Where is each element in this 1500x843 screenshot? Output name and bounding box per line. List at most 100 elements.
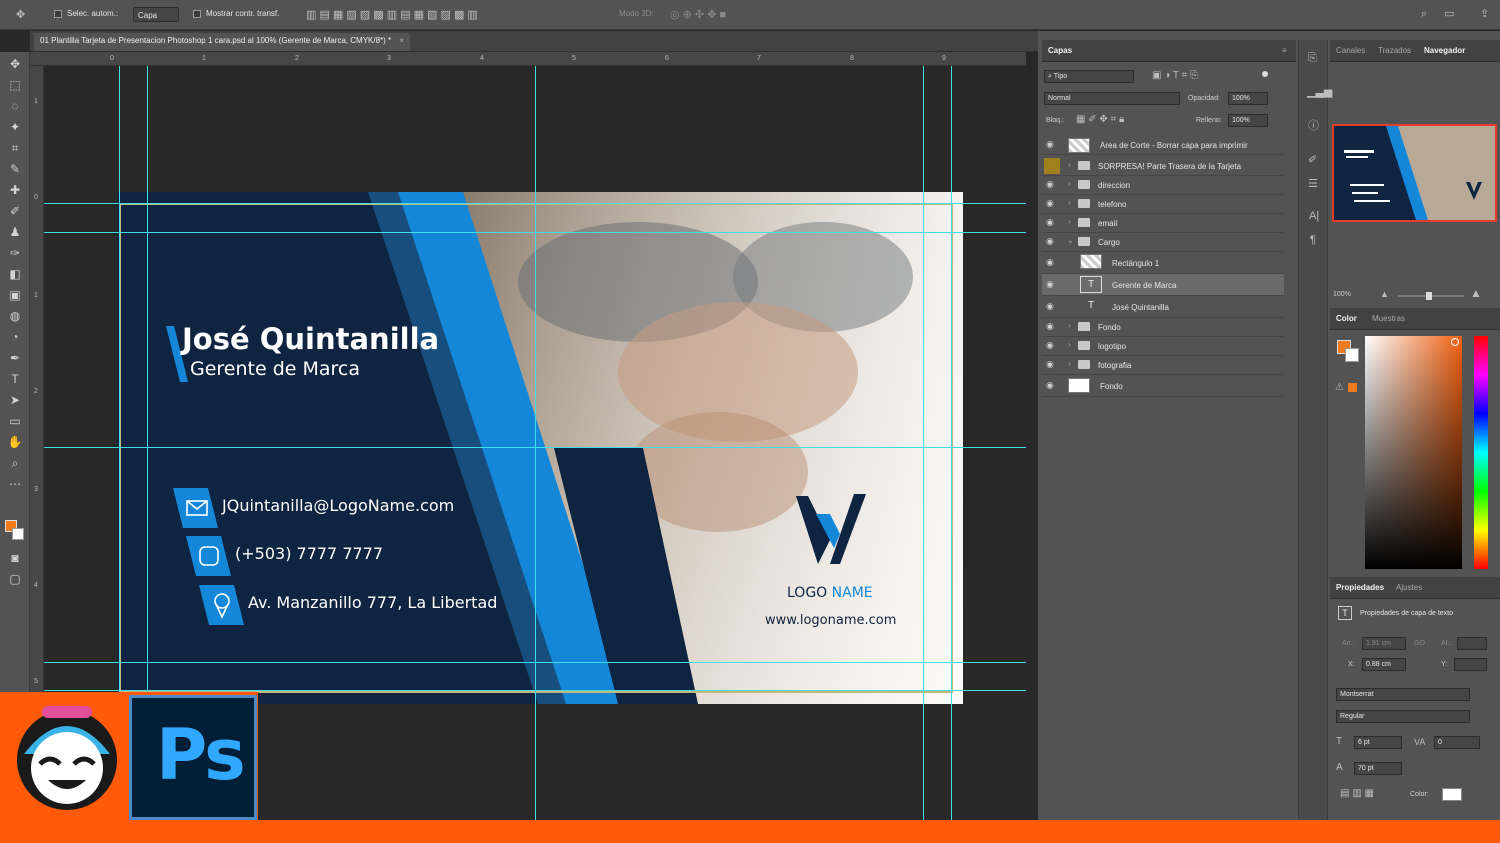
zoom-out-icon[interactable]: ▲ bbox=[1380, 288, 1389, 300]
x-input[interactable]: 0.88 cm bbox=[1362, 658, 1406, 671]
guide-horizontal[interactable] bbox=[44, 447, 1026, 448]
move-tool-icon[interactable]: ✥ bbox=[16, 9, 25, 21]
document-tab[interactable]: 01 Plantilla Tarjeta de Presentacion Pho… bbox=[34, 33, 411, 51]
share-icon[interactable]: ⇪ bbox=[1480, 8, 1489, 20]
tab-paths[interactable]: Trazados bbox=[1378, 46, 1411, 55]
type-tool-icon[interactable]: T bbox=[6, 371, 24, 387]
zoom-tool-icon[interactable]: ⌕ bbox=[6, 455, 24, 471]
paragraph-icon[interactable]: ¶ bbox=[1310, 234, 1316, 246]
layer-row[interactable]: ◉ ⌄ Cargo bbox=[1042, 233, 1284, 252]
expand-arrow-icon[interactable]: › bbox=[1068, 321, 1071, 330]
histogram-icon[interactable]: ▁▃▅ bbox=[1307, 86, 1332, 98]
font-style-dropdown[interactable]: Regular bbox=[1336, 710, 1470, 723]
move-tool-icon[interactable]: ✥ bbox=[6, 56, 24, 72]
color-field[interactable] bbox=[1365, 336, 1462, 569]
tab-color[interactable]: Color bbox=[1336, 314, 1357, 323]
visibility-eye-icon[interactable]: ◉ bbox=[1046, 360, 1058, 369]
expand-arrow-icon[interactable]: › bbox=[1068, 160, 1071, 169]
guide-vertical[interactable] bbox=[147, 66, 148, 692]
pen-tool-icon[interactable]: ✒ bbox=[6, 350, 24, 366]
marquee-tool-icon[interactable]: ⬚ bbox=[6, 77, 24, 93]
auto-select-checkbox[interactable] bbox=[54, 10, 62, 18]
visibility-eye-icon[interactable]: ◉ bbox=[1046, 302, 1058, 311]
dodge-tool-icon[interactable]: ◔ bbox=[6, 329, 24, 345]
expand-arrow-icon[interactable]: › bbox=[1068, 198, 1071, 207]
visibility-off-icon[interactable] bbox=[1044, 158, 1060, 174]
text-color-swatch[interactable] bbox=[1442, 788, 1462, 801]
font-family-dropdown[interactable]: Montserrat bbox=[1336, 688, 1470, 701]
expand-arrow-icon[interactable]: › bbox=[1068, 340, 1071, 349]
fill-input[interactable]: 100% bbox=[1228, 114, 1268, 127]
align-text-icons[interactable]: ▤ ▥ ▦ bbox=[1340, 788, 1374, 800]
navigator-zoom[interactable]: 100% bbox=[1333, 291, 1351, 298]
eyedropper-icon[interactable]: ✎ bbox=[6, 161, 24, 177]
font-size-input[interactable]: 6 pt bbox=[1354, 736, 1402, 749]
libraries-icon[interactable]: ⎘ bbox=[1308, 52, 1317, 64]
character-icon[interactable]: A| bbox=[1309, 210, 1319, 222]
zoom-in-icon[interactable]: ▲ bbox=[1470, 287, 1482, 299]
tab-swatches[interactable]: Muestras bbox=[1372, 314, 1405, 323]
3d-mode-icons[interactable]: ◎ ⊕ ✣ ✥ ■ bbox=[670, 9, 726, 21]
y-input[interactable] bbox=[1454, 658, 1487, 671]
visibility-eye-icon[interactable]: ◉ bbox=[1046, 258, 1058, 267]
visibility-eye-icon[interactable]: ◉ bbox=[1046, 140, 1058, 149]
layer-row[interactable]: ◉ Rectángulo 1 bbox=[1042, 252, 1284, 274]
workspace-icon[interactable]: ▭ bbox=[1444, 8, 1454, 20]
layer-filter-icons[interactable]: ▣ ◑ T ⌗ ⎘ bbox=[1152, 70, 1198, 82]
visibility-eye-icon[interactable]: ◉ bbox=[1046, 322, 1058, 331]
tracking-input[interactable]: 0 bbox=[1434, 736, 1480, 749]
visibility-eye-icon[interactable]: ◉ bbox=[1046, 199, 1058, 208]
eraser-tool-icon[interactable]: ◧ bbox=[6, 266, 24, 282]
path-select-icon[interactable]: ➤ bbox=[6, 392, 24, 408]
visibility-eye-icon[interactable]: ◉ bbox=[1046, 341, 1058, 350]
layer-row[interactable]: ◉ Fondo bbox=[1042, 375, 1284, 397]
show-transform-checkbox[interactable] bbox=[193, 10, 201, 18]
business-card[interactable]: José Quintanilla Gerente de Marca JQuint… bbox=[118, 192, 963, 704]
close-tab-icon[interactable]: × bbox=[399, 36, 404, 45]
brush-settings-icon[interactable]: ✐ bbox=[1308, 154, 1317, 166]
layer-row[interactable]: › SORPRESA! Parte Trasera de la Tarjeta bbox=[1042, 157, 1284, 176]
height-input[interactable] bbox=[1457, 637, 1487, 650]
leading-input[interactable]: 70 pt bbox=[1354, 762, 1402, 775]
tab-layers[interactable]: Capas bbox=[1048, 46, 1072, 55]
color-picker-marker[interactable] bbox=[1451, 338, 1459, 346]
panel-menu-icon[interactable]: ≡ bbox=[1282, 46, 1287, 55]
color-background-swatch[interactable] bbox=[1345, 348, 1359, 362]
blend-mode-dropdown[interactable]: Normal bbox=[1044, 92, 1180, 105]
guide-vertical[interactable] bbox=[923, 66, 924, 820]
more-tools-icon[interactable]: ⋯ bbox=[6, 476, 24, 492]
layer-row[interactable]: ◉ T José Quintanilla bbox=[1042, 296, 1284, 318]
width-input[interactable]: 1.91 cm bbox=[1362, 637, 1406, 650]
tab-properties[interactable]: Propiedades bbox=[1336, 583, 1384, 592]
guide-vertical[interactable] bbox=[119, 66, 120, 692]
layer-row-selected[interactable]: ◉ T Gerente de Marca bbox=[1042, 274, 1284, 296]
history-brush-icon[interactable]: ✑ bbox=[6, 245, 24, 261]
gamut-swatch[interactable] bbox=[1348, 383, 1357, 392]
expand-arrow-icon[interactable]: › bbox=[1068, 359, 1071, 368]
layer-row[interactable]: ◉ › Fondo bbox=[1042, 318, 1284, 337]
search-icon[interactable]: ⌕ bbox=[1421, 8, 1427, 20]
auto-select-dropdown[interactable]: Capa bbox=[133, 7, 179, 22]
background-color-swatch[interactable] bbox=[12, 528, 24, 540]
tab-channels[interactable]: Canales bbox=[1336, 46, 1365, 55]
lock-icons[interactable]: ▦ ✐ ✥ ⌗ 🔒︎ bbox=[1076, 114, 1124, 126]
filter-toggle-icon[interactable] bbox=[1262, 71, 1268, 77]
navigator-preview[interactable] bbox=[1332, 124, 1497, 222]
gradient-tool-icon[interactable]: ▣ bbox=[6, 287, 24, 303]
layer-row[interactable]: ◉ › fotografia bbox=[1042, 356, 1284, 375]
guide-horizontal[interactable] bbox=[44, 203, 1026, 204]
align-icons[interactable]: ▥ ▤ ▦ ▧ ▨ ▩ ▥ ▤ ▦ ▧ ▨ ▩ ▥ bbox=[306, 9, 478, 21]
blur-tool-icon[interactable]: ◍ bbox=[6, 308, 24, 324]
healing-brush-icon[interactable]: ✚ bbox=[6, 182, 24, 198]
collapse-arrow-icon[interactable]: ⌄ bbox=[1067, 236, 1074, 245]
hue-slider[interactable] bbox=[1474, 336, 1488, 569]
layer-row[interactable]: ◉ › logotipo bbox=[1042, 337, 1284, 356]
layer-row[interactable]: ◉ › direccion bbox=[1042, 176, 1284, 195]
zoom-slider-thumb[interactable] bbox=[1426, 292, 1432, 300]
visibility-eye-icon[interactable]: ◉ bbox=[1046, 180, 1058, 189]
quick-mask-icon[interactable]: ◙ bbox=[6, 550, 24, 566]
hand-tool-icon[interactable]: ✋ bbox=[6, 434, 24, 450]
layer-row[interactable]: ◉ › telefono bbox=[1042, 195, 1284, 214]
brush-tool-icon[interactable]: ✐ bbox=[6, 203, 24, 219]
guide-vertical[interactable] bbox=[951, 66, 952, 820]
